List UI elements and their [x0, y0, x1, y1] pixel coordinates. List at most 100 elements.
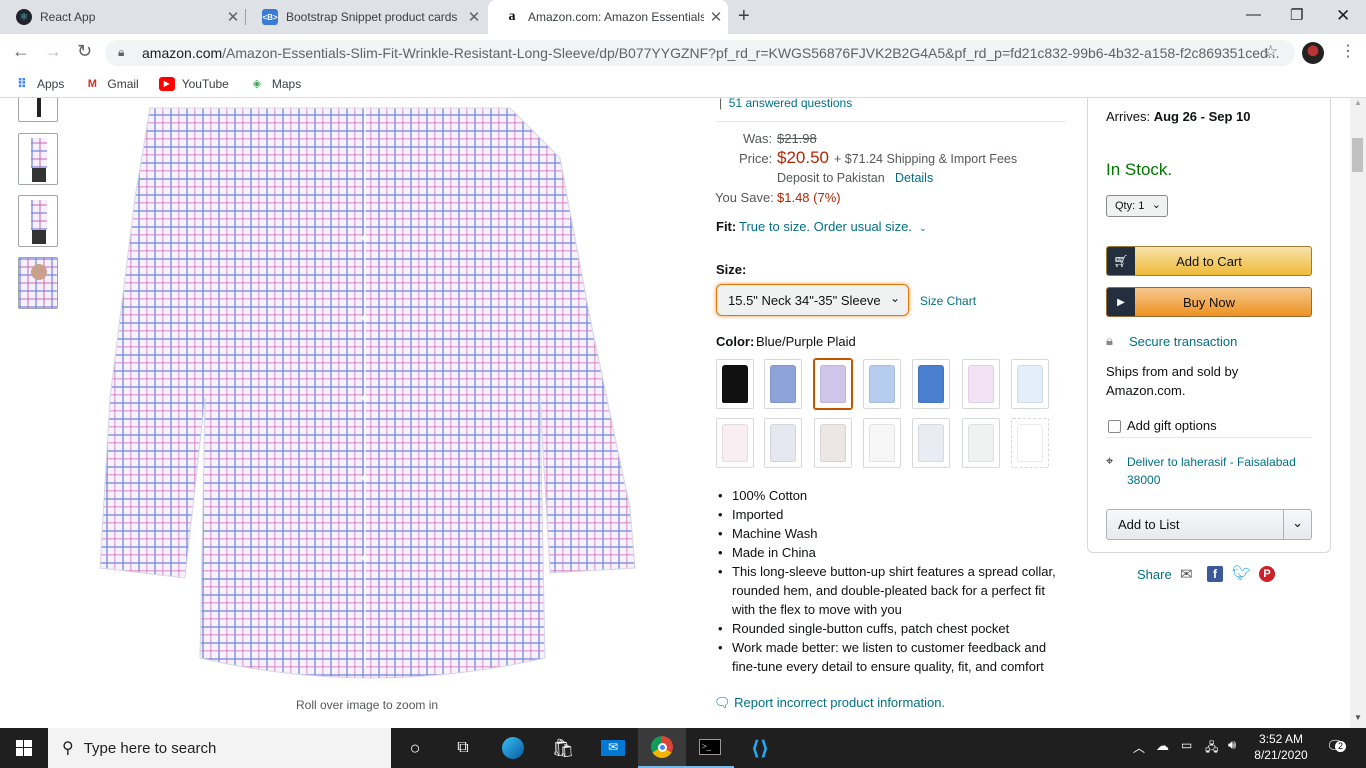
gift-checkbox[interactable] [1108, 420, 1121, 433]
bookmark-gmail[interactable]: M Gmail [84, 77, 139, 91]
bookmark-apps[interactable]: ⠿ Apps [14, 76, 65, 91]
profile-avatar[interactable] [1302, 42, 1324, 64]
tab-amazon[interactable]: a Amazon.com: Amazon Essentials ✕ [488, 0, 728, 34]
bookmark-youtube[interactable]: ▶ YouTube [158, 76, 229, 91]
taskbar-search-box[interactable]: ⚲ Type here to search [48, 728, 391, 768]
color-swatch[interactable] [1011, 418, 1049, 468]
scrollbar[interactable]: ▲ ▼ [1350, 98, 1366, 728]
feature-bullet: 100% Cotton [716, 486, 1066, 505]
report-info-link[interactable]: 🗨︎ Report incorrect product information. [714, 695, 945, 711]
bookmark-label: Maps [271, 76, 302, 91]
color-swatch[interactable] [863, 359, 901, 409]
bookmark-label: Apps [37, 76, 65, 91]
main-product-image[interactable] [90, 98, 650, 688]
notifications-icon[interactable]: 🗨︎2 [1326, 737, 1346, 755]
cloud-icon[interactable]: ☁ [1156, 738, 1169, 754]
size-label: Size: [716, 262, 747, 277]
forward-arrow-icon[interactable]: → [44, 41, 62, 62]
color-swatch[interactable] [716, 418, 754, 468]
tab-bootstrap-snippet[interactable]: <B> Bootstrap Snippet product cards ✕ [246, 0, 486, 34]
facebook-icon[interactable]: f [1207, 566, 1223, 582]
lock-icon: 🔒︎ [1106, 333, 1113, 348]
thumbnail-image[interactable] [18, 257, 58, 309]
url-domain: amazon.com [142, 45, 223, 61]
close-icon[interactable]: ✕ [221, 8, 245, 26]
email-icon[interactable]: ✉ [1180, 565, 1193, 583]
battery-icon[interactable]: ▭ [1181, 738, 1192, 752]
network-icon[interactable]: 🖧︎ [1205, 738, 1218, 759]
shirt-swatch-image [770, 424, 796, 462]
scroll-down-arrow-icon[interactable]: ▼ [1354, 713, 1362, 722]
secure-transaction-link[interactable]: Secure transaction [1129, 334, 1237, 349]
gift-options-label[interactable]: Add gift options [1127, 418, 1217, 433]
new-tab-button[interactable]: + [738, 5, 750, 28]
terminal-icon[interactable]: >_ [686, 728, 734, 768]
buy-now-button[interactable]: ▶ Buy Now [1106, 287, 1312, 317]
quantity-select[interactable]: Qty: 1 ⌄ [1106, 195, 1168, 217]
bookmark-star-icon[interactable]: ☆ [1263, 42, 1278, 62]
price-label: Price: [739, 151, 773, 166]
maximize-icon[interactable]: ❐ [1290, 6, 1303, 24]
color-swatch[interactable] [863, 418, 901, 468]
back-arrow-icon[interactable]: ← [12, 41, 30, 62]
color-swatch[interactable] [1011, 359, 1049, 409]
answered-questions-link[interactable]: | 51 answered questions [719, 98, 852, 110]
chrome-icon[interactable] [638, 728, 686, 768]
clock-date: 8/21/2020 [1254, 748, 1308, 762]
volume-icon[interactable]: 🔊︎ [1228, 737, 1236, 753]
close-icon[interactable]: ✕ [462, 8, 486, 26]
store-icon[interactable]: 🛍︎ [539, 728, 587, 768]
color-swatch[interactable] [814, 418, 852, 468]
tab-strip: ⚛ React App ✕ <B> Bootstrap Snippet prod… [0, 0, 1366, 34]
search-icon: ⚲ [62, 740, 74, 757]
color-swatch[interactable] [962, 359, 1000, 409]
twitter-icon[interactable]: 🐦︎ [1232, 564, 1251, 582]
scroll-up-arrow-icon[interactable]: ▲ [1354, 98, 1362, 107]
color-swatch[interactable] [962, 418, 1000, 468]
edge-icon[interactable] [489, 728, 537, 768]
deliver-to-link[interactable]: Deliver to laherasif - Faisalabad 38000 [1127, 453, 1317, 489]
pinterest-icon[interactable]: P [1259, 566, 1275, 582]
tab-react-app[interactable]: ⚛ React App ✕ [0, 0, 245, 34]
buy-now-label: Buy Now [1182, 294, 1236, 310]
close-icon[interactable]: ✕ [704, 8, 728, 26]
was-label: Was: [743, 131, 773, 146]
color-swatch[interactable] [912, 418, 950, 468]
details-link[interactable]: Details [895, 171, 933, 185]
ships-from: Ships from and sold by Amazon.com. [1106, 364, 1239, 398]
you-save-label: You Save: [715, 190, 774, 205]
thumbnail-image[interactable] [18, 133, 58, 185]
color-swatch[interactable] [716, 359, 754, 409]
thumbnail-image[interactable] [18, 98, 58, 122]
reload-icon[interactable]: ↻ [77, 41, 92, 62]
task-view-icon[interactable]: ⧉ [439, 728, 487, 768]
add-to-cart-button[interactable]: 🛒︎ Add to Cart [1106, 246, 1312, 276]
youtube-icon: ▶ [158, 76, 175, 91]
vscode-icon[interactable]: ⟨⟩ [736, 728, 784, 768]
size-chart-link[interactable]: Size Chart [920, 294, 976, 308]
add-to-list-button[interactable]: Add to List ⌄ [1106, 509, 1312, 540]
color-swatch-selected[interactable] [814, 359, 852, 409]
fit-value-link[interactable]: True to size. Order usual size. ⌄ [739, 219, 927, 234]
color-label: Color: [716, 334, 755, 349]
clock[interactable]: 3:52 AM 8/21/2020 [1254, 731, 1308, 763]
amazon-icon: a [508, 9, 516, 24]
menu-kebab-icon[interactable]: ⋮ [1340, 41, 1356, 61]
windows-start-icon[interactable] [0, 728, 48, 768]
scrollbar-thumb[interactable] [1352, 138, 1363, 172]
size-select[interactable]: 15.5" Neck 34"-35" Sleeve ⌄ [716, 284, 909, 316]
color-swatch[interactable] [764, 359, 802, 409]
color-swatch[interactable] [912, 359, 950, 409]
thumbnail-image[interactable] [18, 195, 58, 247]
bookmark-label: YouTube [181, 76, 229, 91]
minimize-icon[interactable]: — [1246, 6, 1261, 23]
address-bar[interactable]: 🔒︎ amazon.com/Amazon-Essentials-Slim-Fit… [105, 40, 1295, 66]
color-swatch[interactable] [764, 418, 802, 468]
mail-icon[interactable]: ✉ [589, 728, 637, 768]
bookmark-maps[interactable]: ◈ Maps [249, 76, 302, 91]
maps-icon: ◈ [252, 78, 262, 90]
cortana-icon[interactable]: ○ [391, 728, 439, 768]
deposit-text: Deposit to Pakistan [777, 171, 885, 185]
chevron-up-icon[interactable]: ︿ [1133, 739, 1145, 756]
close-window-icon[interactable]: ✕ [1336, 6, 1350, 26]
